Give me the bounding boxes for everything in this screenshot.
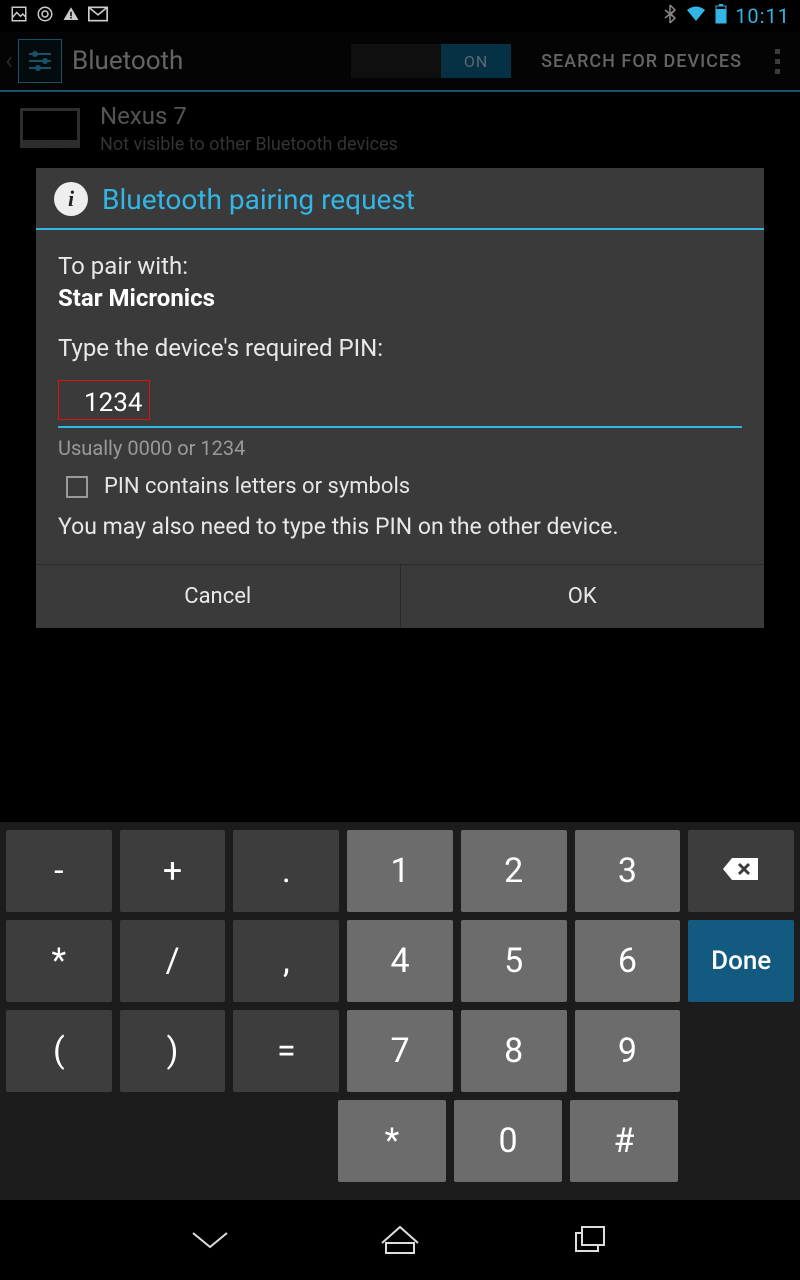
info-icon: i <box>54 182 88 216</box>
key-slash[interactable]: / <box>120 920 226 1002</box>
nav-back-button[interactable] <box>185 1220 235 1260</box>
key-dot[interactable]: . <box>233 830 339 912</box>
navigation-bar <box>0 1200 800 1280</box>
nav-home-button[interactable] <box>375 1220 425 1260</box>
key-lparen[interactable]: ( <box>6 1010 112 1092</box>
pin-hint: Usually 0000 or 1234 <box>58 436 742 460</box>
key-0[interactable]: 0 <box>454 1100 562 1182</box>
cancel-button[interactable]: Cancel <box>36 565 400 628</box>
letters-symbols-label: PIN contains letters or symbols <box>104 474 410 499</box>
warning-icon <box>62 5 80 28</box>
chrome-icon <box>36 5 54 28</box>
ok-button[interactable]: OK <box>400 565 765 628</box>
key-done[interactable]: Done <box>688 920 794 1002</box>
key-5[interactable]: 5 <box>461 920 567 1002</box>
bluetooth-icon <box>663 4 677 29</box>
key-star[interactable]: * <box>338 1100 446 1182</box>
key-hash[interactable]: # <box>570 1100 678 1182</box>
dialog-header: i Bluetooth pairing request <box>36 168 764 230</box>
key-rparen[interactable]: ) <box>120 1010 226 1092</box>
key-equals[interactable]: = <box>233 1010 339 1092</box>
wifi-icon <box>685 5 707 28</box>
key-asterisk[interactable]: * <box>6 920 112 1002</box>
pairing-dialog: i Bluetooth pairing request To pair with… <box>36 168 764 628</box>
status-right-icons: 10:11 <box>663 4 790 29</box>
key-6[interactable]: 6 <box>575 920 681 1002</box>
status-left-icons <box>10 5 108 28</box>
pin-prompt: Type the device's required PIN: <box>58 334 742 362</box>
key-9[interactable]: 9 <box>575 1010 681 1092</box>
key-2[interactable]: 2 <box>461 830 567 912</box>
mail-icon <box>88 6 108 27</box>
key-1[interactable]: 1 <box>347 830 453 912</box>
key-backspace[interactable] <box>688 830 794 912</box>
numeric-keyboard: - + . 1 2 3 * / , 4 5 6 Done ( ) = 7 8 9… <box>0 822 800 1200</box>
key-7[interactable]: 7 <box>347 1010 453 1092</box>
pin-input[interactable] <box>58 382 742 428</box>
battery-icon <box>715 4 727 29</box>
key-4[interactable]: 4 <box>347 920 453 1002</box>
pair-with-label: To pair with: <box>58 252 742 280</box>
key-comma[interactable]: , <box>233 920 339 1002</box>
key-8[interactable]: 8 <box>461 1010 567 1092</box>
key-plus[interactable]: + <box>120 830 226 912</box>
image-icon <box>10 5 28 28</box>
status-bar: 10:11 <box>0 0 800 32</box>
key-minus[interactable]: - <box>6 830 112 912</box>
dialog-title: Bluetooth pairing request <box>102 183 415 216</box>
key-3[interactable]: 3 <box>575 830 681 912</box>
letters-symbols-checkbox[interactable] <box>66 476 88 498</box>
nav-recents-button[interactable] <box>565 1220 615 1260</box>
status-clock: 10:11 <box>735 4 790 28</box>
pin-note: You may also need to type this PIN on th… <box>58 513 742 556</box>
pair-device-name: Star Micronics <box>58 284 742 312</box>
backspace-icon <box>722 851 760 891</box>
